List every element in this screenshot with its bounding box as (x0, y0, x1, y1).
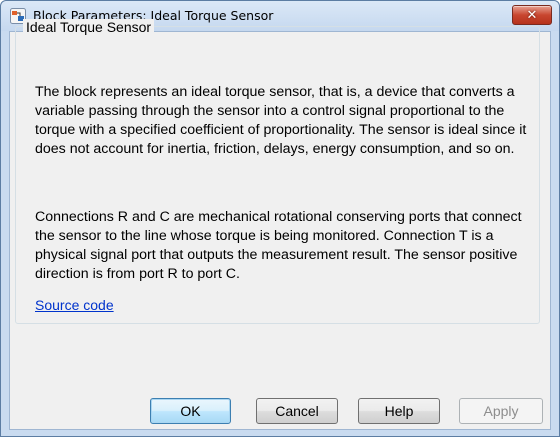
ok-button[interactable]: OK (150, 398, 231, 424)
close-button[interactable]: ✕ (512, 5, 552, 25)
groupbox-legend: Ideal Torque Sensor (23, 19, 155, 35)
cancel-button[interactable]: Cancel (256, 398, 338, 424)
apply-button: Apply (459, 398, 543, 424)
close-icon: ✕ (526, 7, 538, 23)
help-button[interactable]: Help (358, 398, 440, 424)
ports-description: Connections R and C are mechanical rotat… (35, 209, 522, 282)
block-description: The block represents an ideal torque sen… (35, 84, 527, 157)
source-code-link[interactable]: Source code (35, 297, 114, 313)
